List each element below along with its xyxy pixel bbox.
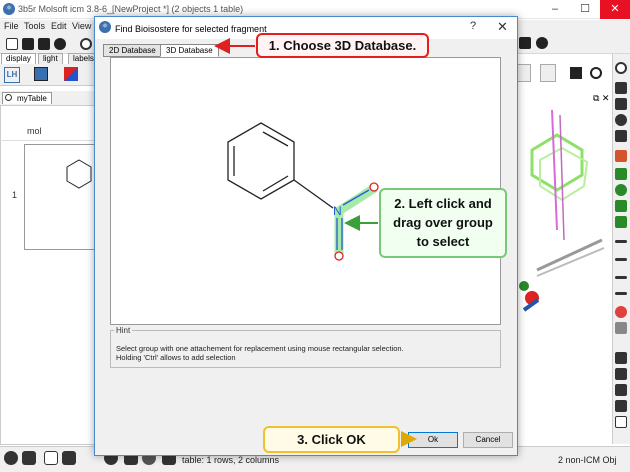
callout-step-3: 3. Click OK — [263, 426, 400, 453]
callout-arrows — [214, 38, 417, 447]
callout-step-2-line-1: 2. Left click and — [394, 196, 492, 211]
callout-step-1: 1. Choose 3D Database. — [256, 33, 429, 58]
callout-step-2-line-2: drag over group — [393, 215, 493, 230]
callout-step-2-line-3: to select — [416, 234, 470, 249]
callout-step-2: 2. Left click and drag over group to sel… — [379, 188, 507, 258]
